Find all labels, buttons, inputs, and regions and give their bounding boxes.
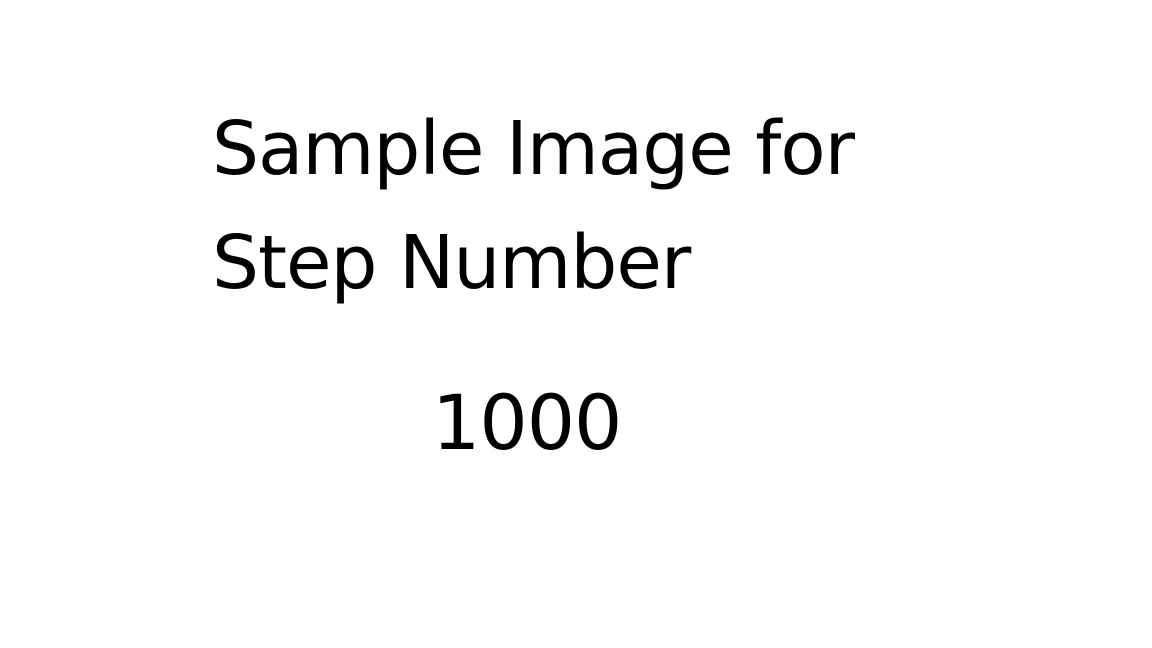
slide-heading: Sample Image for Step Number [212,92,855,320]
slide-canvas: Sample Image for Step Number 1000 [0,0,1152,648]
heading-line-2: Step Number [212,220,691,306]
heading-line-1: Sample Image for [212,106,855,192]
step-number: 1000 [432,378,622,467]
